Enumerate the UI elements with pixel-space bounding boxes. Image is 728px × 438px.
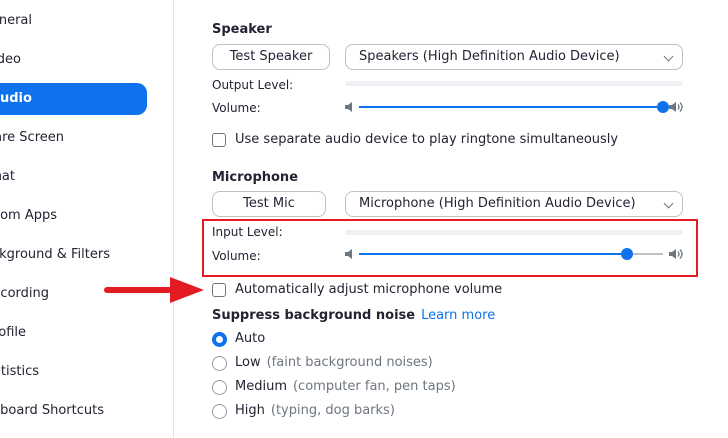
auto-adjust-mic-option[interactable]: Automatically adjust microphone volume [212,282,512,298]
sidebar-item-keyboard-shortcuts[interactable]: eyboard Shortcuts [0,395,104,427]
slider-knob[interactable] [657,101,669,113]
sidebar-item-statistics[interactable]: tatistics [0,356,39,388]
sidebar-item-label: ecording [0,286,49,301]
sidebar-item-label: deo [0,52,21,67]
sidebar-item-label: ackground & Filters [0,247,110,262]
noise-option-medium[interactable]: Medium (computer fan, pen taps) [212,379,462,397]
learn-more-link[interactable]: Learn more [421,308,495,323]
speaker-device-value: Speakers (High Definition Audio Device) [359,49,620,64]
volume-low-icon [345,102,352,112]
sidebar-item-label: eyboard Shortcuts [0,403,104,418]
highlight-box [202,219,698,277]
sidebar-item-zoom-apps[interactable]: om Apps [0,200,57,232]
microphone-device-value: Microphone (High Definition Audio Device… [359,196,636,211]
volume-high-icon [669,102,683,112]
speaker-volume-label: Volume: [212,101,261,115]
noise-option-auto[interactable]: Auto [212,331,412,349]
microphone-section-title: Microphone [212,170,299,185]
sidebar-item-video[interactable]: deo [0,44,21,76]
sidebar-item-background-filters[interactable]: ackground & Filters [0,239,110,271]
auto-adjust-mic-checkbox[interactable] [212,283,226,297]
noise-option-hint: (typing, dog barks) [270,403,395,418]
noise-option-label: Auto [235,331,266,346]
speaker-section-title: Speaker [212,22,272,37]
microphone-device-select[interactable]: Microphone (High Definition Audio Device… [345,191,683,217]
sidebar-item-general[interactable]: eneral [0,5,32,37]
sidebar-item-profile[interactable]: ofile [0,317,26,349]
test-speaker-button[interactable]: Test Speaker [212,44,330,70]
sidebar-item-chat[interactable]: hat [0,161,15,193]
noise-radio-high[interactable] [212,404,227,419]
sidebar-item-label: udio [0,91,32,106]
pointer-arrow-icon [104,277,204,303]
noise-option-low[interactable]: Low (faint background noises) [212,355,462,373]
separate-audio-device-option[interactable]: Use separate audio device to play ringto… [212,132,618,148]
output-level-label: Output Level: [212,78,294,92]
output-level-meter [345,81,683,86]
suppress-noise-title: Suppress background noise Learn more [212,308,495,323]
noise-option-hint: (faint background noises) [266,355,433,370]
sidebar-item-label: om Apps [0,208,57,223]
separate-audio-device-checkbox[interactable] [212,133,226,147]
sidebar-item-label: hat [0,169,15,184]
sidebar-item-audio[interactable]: udio [0,83,147,115]
suppress-noise-label: Suppress background noise [212,308,416,323]
chevron-down-icon [663,51,674,62]
auto-adjust-mic-label: Automatically adjust microphone volume [235,282,503,297]
sidebar-item-share-screen[interactable]: are Screen [0,122,64,154]
noise-radio-low[interactable] [212,356,227,371]
speaker-device-select[interactable]: Speakers (High Definition Audio Device) [345,44,683,70]
sidebar-item-label: tatistics [0,364,39,379]
noise-option-hint: (computer fan, pen taps) [292,379,456,394]
noise-radio-auto[interactable] [212,332,227,347]
speaker-volume-slider[interactable] [345,99,683,115]
separate-audio-device-label: Use separate audio device to play ringto… [235,132,619,147]
noise-option-label: Medium [235,379,287,394]
sidebar-item-label: eneral [0,13,32,28]
noise-option-label: High [235,403,265,418]
test-mic-button[interactable]: Test Mic [212,191,326,217]
chevron-down-icon [663,198,674,209]
sidebar-item-recording[interactable]: ecording [0,278,49,310]
noise-option-high[interactable]: High (typing, dog barks) [212,403,462,421]
noise-radio-medium[interactable] [212,380,227,395]
sidebar-item-label: are Screen [0,130,64,145]
noise-option-label: Low [235,355,261,370]
settings-sidebar: eneral deo udio are Screen hat om Apps a… [0,0,174,438]
sidebar-item-label: ofile [0,325,26,340]
